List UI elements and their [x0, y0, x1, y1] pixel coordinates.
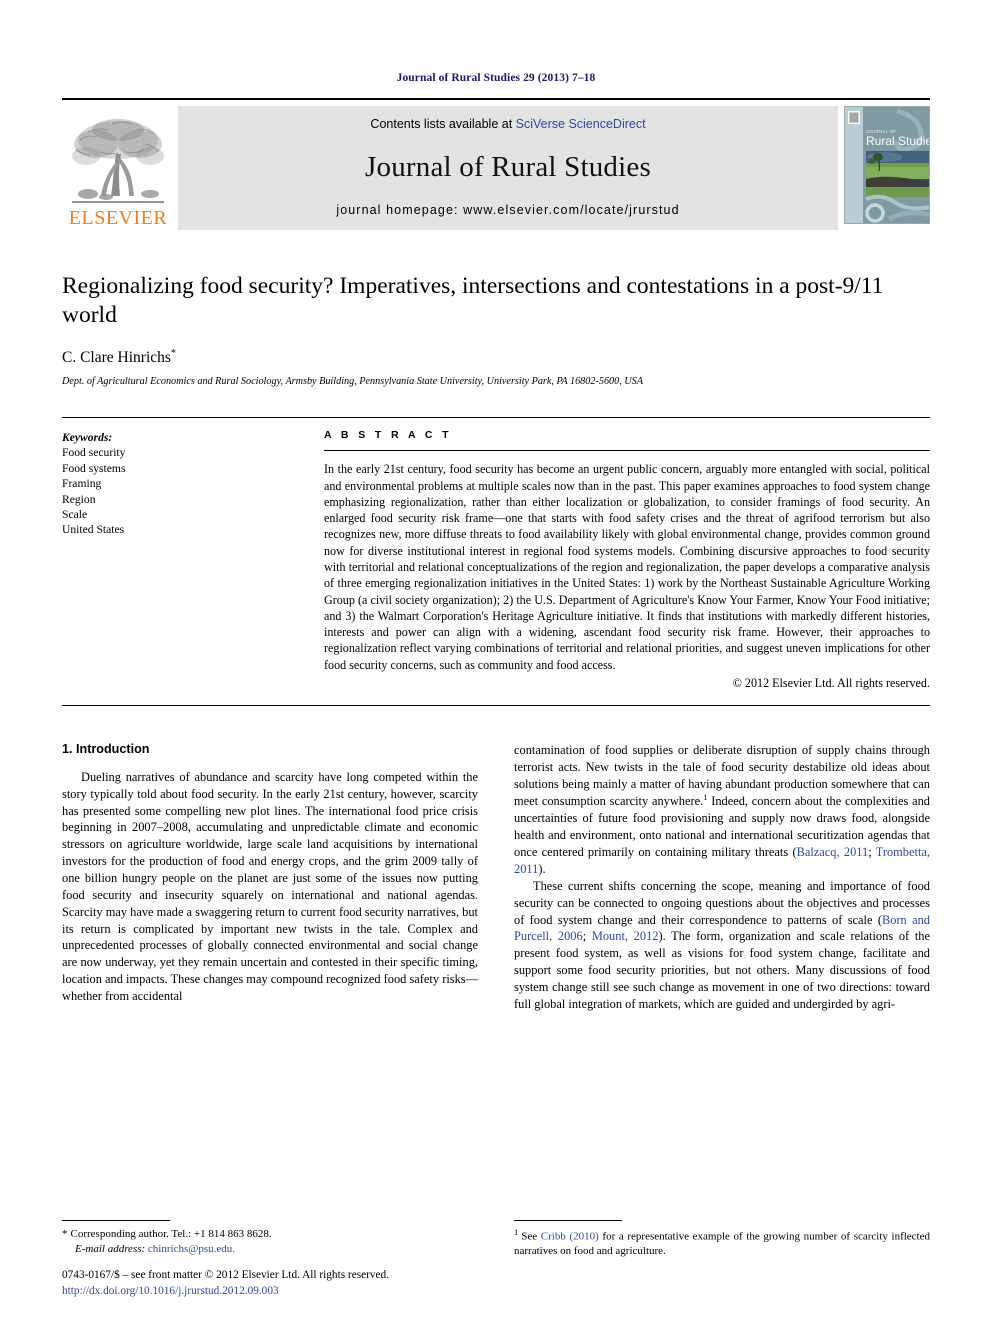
abstract-text: In the early 21st century, food security…	[324, 462, 930, 672]
corresponding-text: Corresponding author. Tel.: +1 814 863 8…	[70, 1228, 272, 1241]
citation-link[interactable]: Balzacq, 2011	[797, 845, 869, 859]
imprint-block: 0743-0167/$ – see front matter © 2012 El…	[62, 1267, 389, 1299]
contents-prefix: Contents lists available at	[370, 117, 516, 131]
footnote-divider	[62, 1220, 170, 1222]
email-link[interactable]: chinrichs@psu.edu.	[148, 1243, 235, 1255]
section-heading-introduction: 1. Introduction	[62, 741, 150, 756]
contents-available-line: Contents lists available at SciVerse Sci…	[370, 117, 645, 131]
paragraph-part: ).	[538, 862, 546, 876]
doi-link[interactable]: http://dx.doi.org/10.1016/j.jrurstud.201…	[62, 1283, 389, 1299]
keyword-item: Food systems	[62, 461, 126, 475]
keyword-item: Framing	[62, 477, 102, 491]
title-block: Regionalizing food security? Imperatives…	[62, 272, 930, 387]
running-head: Journal of Rural Studies 29 (2013) 7–18	[396, 72, 596, 84]
cover-artwork: JOURNAL OF Rural Studies	[845, 107, 930, 223]
abstract-heading: A B S T R A C T	[324, 429, 452, 442]
email-note: E-mail address: chinrichs@psu.edu.	[62, 1242, 478, 1257]
paragraph-part: These current shifts concerning the scop…	[514, 878, 930, 927]
keywords-heading: Keywords:	[62, 431, 113, 445]
keyword-item: Food security	[62, 446, 126, 460]
right-column: contamination of food supplies or delibe…	[514, 742, 930, 1013]
elsevier-logo: ELSEVIER	[62, 106, 174, 230]
author-name: C. Clare Hinrichs*	[62, 348, 930, 367]
paper-page: Journal of Rural Studies 29 (2013) 7–18	[0, 0, 992, 1323]
abstract-block: A B S T R A C T In the early 21st centur…	[310, 418, 930, 690]
journal-title: Journal of Rural Studies	[365, 150, 651, 183]
elsevier-wordmark: ELSEVIER	[68, 207, 168, 229]
banner-center-panel: Contents lists available at SciVerse Sci…	[178, 106, 838, 230]
author-label: C. Clare Hinrichs	[62, 349, 171, 367]
abstract-divider	[324, 450, 930, 452]
keyword-item: United States	[62, 523, 125, 537]
footnote-divider	[514, 1220, 622, 1222]
abstract-copyright: © 2012 Elsevier Ltd. All rights reserved…	[732, 675, 930, 690]
citation-separator: ;	[582, 929, 592, 944]
footnote-left: * Corresponding author. Tel.: +1 814 863 …	[62, 1220, 478, 1259]
footnote-right: 1 See Cribb (2010) for a representative e…	[514, 1220, 930, 1259]
keyword-item: Scale	[62, 508, 88, 522]
footnote-1: 1 See Cribb (2010) for a representative e…	[514, 1227, 930, 1259]
footnote-prefix: See	[521, 1230, 541, 1243]
body-columns: 1. Introduction Dueling narratives of ab…	[62, 742, 930, 1013]
corresponding-author-note: * Corresponding author. Tel.: +1 814 863 …	[62, 1227, 478, 1242]
citation-link[interactable]: Cribb (2010)	[541, 1231, 599, 1243]
journal-homepage-link[interactable]: journal homepage: www.elsevier.com/locat…	[336, 203, 679, 217]
paragraph: contamination of food supplies or delibe…	[514, 742, 930, 878]
sciencedirect-link[interactable]: SciVerse ScienceDirect	[516, 117, 646, 131]
footnote-number: 1	[514, 1227, 519, 1238]
elsevier-tree-icon	[72, 119, 164, 203]
svg-text:Rural Studies: Rural Studies	[866, 134, 930, 148]
author-affiliation: Dept. of Agricultural Economics and Rura…	[62, 376, 643, 388]
issn-line: 0743-0167/$ – see front matter © 2012 El…	[62, 1268, 390, 1281]
page-title: Regionalizing food security? Imperatives…	[62, 273, 884, 329]
footnotes-area: * Corresponding author. Tel.: +1 814 863 …	[62, 1220, 930, 1259]
left-column: 1. Introduction Dueling narratives of ab…	[62, 742, 478, 1013]
email-label: E-mail address:	[75, 1242, 146, 1255]
citation-link[interactable]: Mount, 2012	[592, 929, 659, 943]
citation-separator: ;	[868, 845, 876, 860]
keyword-item: Region	[62, 492, 96, 506]
journal-banner: ELSEVIER Contents lists available at Sci…	[62, 98, 930, 230]
paragraph: These current shifts concerning the scop…	[514, 878, 930, 1013]
corresponding-author-marker: *	[170, 348, 176, 360]
keywords-block: Keywords: Food security Food systems Fra…	[62, 418, 310, 690]
journal-cover-thumbnail: JOURNAL OF Rural Studies	[844, 106, 930, 224]
abstract-area: Keywords: Food security Food systems Fra…	[62, 417, 930, 690]
abstract-bottom-divider	[62, 704, 930, 706]
paragraph: Dueling narratives of abundance and scar…	[62, 769, 478, 1004]
corresponding-marker: *	[62, 1228, 68, 1241]
